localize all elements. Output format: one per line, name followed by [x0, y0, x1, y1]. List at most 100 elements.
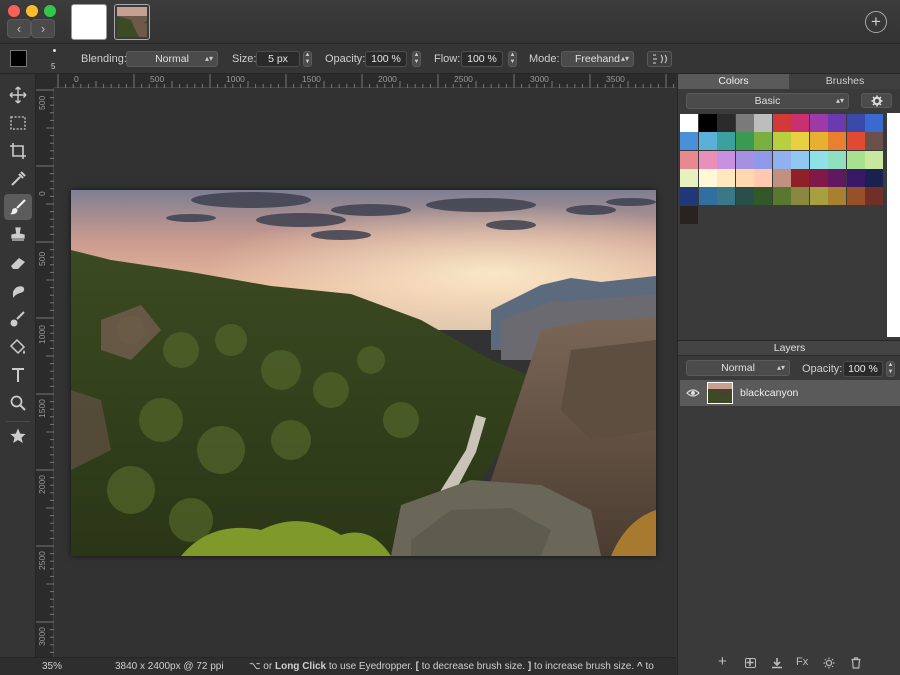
- color-swatch[interactable]: [717, 150, 735, 169]
- color-swatch[interactable]: [754, 114, 772, 132]
- size-stepper[interactable]: ▲ ▼: [303, 51, 312, 67]
- eraser-tool[interactable]: [4, 250, 32, 276]
- color-swatch[interactable]: [698, 168, 717, 187]
- color-swatch[interactable]: [791, 132, 809, 151]
- eyedropper-tool[interactable]: [4, 166, 32, 192]
- color-swatch[interactable]: [846, 187, 865, 206]
- download-icon[interactable]: [771, 657, 783, 669]
- brush-preview-dot[interactable]: [53, 49, 56, 52]
- color-swatch[interactable]: [680, 187, 698, 206]
- zoom-level[interactable]: 35%: [42, 661, 62, 672]
- color-swatch[interactable]: [772, 187, 791, 206]
- add-layer-button[interactable]: +: [718, 653, 727, 670]
- color-swatch[interactable]: [754, 168, 772, 187]
- color-swatch[interactable]: [698, 187, 717, 206]
- flow-field[interactable]: 100 %: [461, 51, 503, 67]
- palette-settings-button[interactable]: [861, 93, 892, 108]
- paint-bucket-tool[interactable]: [4, 334, 32, 360]
- add-document-button[interactable]: +: [865, 11, 887, 33]
- color-swatch[interactable]: [680, 132, 698, 151]
- color-swatch[interactable]: [754, 187, 772, 206]
- color-swatch[interactable]: [772, 114, 791, 132]
- color-swatch[interactable]: [680, 205, 698, 224]
- color-swatch[interactable]: [828, 168, 846, 187]
- color-swatch[interactable]: [735, 187, 754, 206]
- zoom-window-button[interactable]: [44, 5, 56, 17]
- color-swatch[interactable]: [735, 132, 754, 151]
- color-swatch[interactable]: [809, 114, 828, 132]
- document-thumb-blank[interactable]: [71, 4, 107, 40]
- favorites-tool[interactable]: [4, 423, 32, 449]
- color-swatch[interactable]: [735, 114, 754, 132]
- color-swatch[interactable]: [809, 168, 828, 187]
- horizontal-ruler[interactable]: 0 500 1000 1500 2000 2500 3000 3500: [54, 74, 676, 88]
- back-button[interactable]: ‹: [7, 19, 31, 38]
- minimize-window-button[interactable]: [26, 5, 38, 17]
- color-swatch[interactable]: [772, 168, 791, 187]
- vertical-ruler[interactable]: 500 0 500 1000 1500 2000 2500 3000: [36, 88, 54, 657]
- clone-stamp-tool[interactable]: [4, 222, 32, 248]
- zoom-tool[interactable]: [4, 390, 32, 416]
- healing-tool[interactable]: [4, 306, 32, 332]
- color-swatch[interactable]: [828, 132, 846, 151]
- smudge-tool[interactable]: [4, 278, 32, 304]
- flow-stepper[interactable]: ▲ ▼: [508, 51, 517, 67]
- color-swatch[interactable]: [698, 114, 717, 132]
- color-swatch[interactable]: [791, 150, 809, 169]
- color-swatch[interactable]: [865, 150, 883, 169]
- color-swatch[interactable]: [772, 132, 791, 151]
- swatch-scrollbar[interactable]: [887, 113, 900, 337]
- marquee-tool[interactable]: [4, 110, 32, 136]
- adjustments-icon[interactable]: [823, 657, 835, 669]
- move-tool[interactable]: [4, 82, 32, 108]
- document-canvas-image[interactable]: [71, 190, 656, 556]
- color-swatch[interactable]: [754, 150, 772, 169]
- color-swatch[interactable]: [828, 150, 846, 169]
- layer-effects-button[interactable]: Fx: [796, 656, 808, 668]
- tab-colors[interactable]: Colors: [678, 74, 789, 89]
- close-window-button[interactable]: [8, 5, 20, 17]
- color-swatch[interactable]: [717, 187, 735, 206]
- document-thumb-blackcanyon[interactable]: [114, 4, 150, 40]
- color-swatch[interactable]: [680, 168, 698, 187]
- color-swatch[interactable]: [846, 114, 865, 132]
- color-swatch[interactable]: [828, 187, 846, 206]
- foreground-color-swatch[interactable]: [10, 50, 27, 67]
- color-swatch[interactable]: [791, 168, 809, 187]
- color-swatch[interactable]: [846, 132, 865, 151]
- color-swatch[interactable]: [698, 150, 717, 169]
- layer-opacity-stepper[interactable]: ▲ ▼: [886, 361, 895, 377]
- color-swatch[interactable]: [680, 114, 698, 132]
- mode-select[interactable]: Freehand ▴▾: [561, 51, 634, 67]
- layer-row[interactable]: blackcanyon: [680, 380, 900, 406]
- opacity-stepper[interactable]: ▲ ▼: [412, 51, 421, 67]
- color-swatch[interactable]: [865, 187, 883, 206]
- color-swatch[interactable]: [828, 114, 846, 132]
- text-tool[interactable]: [4, 362, 32, 388]
- trash-icon[interactable]: [850, 657, 862, 669]
- color-swatch[interactable]: [865, 114, 883, 132]
- color-swatch[interactable]: [791, 187, 809, 206]
- color-swatch[interactable]: [846, 168, 865, 187]
- color-swatch[interactable]: [809, 187, 828, 206]
- crop-tool[interactable]: [4, 138, 32, 164]
- color-swatch[interactable]: [717, 114, 735, 132]
- color-swatch[interactable]: [865, 132, 883, 151]
- color-swatch[interactable]: [791, 114, 809, 132]
- new-layer-from-button[interactable]: [745, 658, 756, 668]
- color-swatch[interactable]: [735, 168, 754, 187]
- size-field[interactable]: 5 px: [256, 51, 300, 67]
- color-swatch[interactable]: [846, 150, 865, 169]
- forward-button[interactable]: ›: [31, 19, 55, 38]
- brush-settings-button[interactable]: [647, 51, 672, 67]
- color-swatch[interactable]: [717, 132, 735, 151]
- color-swatch[interactable]: [865, 168, 883, 187]
- color-swatch[interactable]: [754, 132, 772, 151]
- layer-blend-select[interactable]: Normal ▴▾: [686, 360, 790, 376]
- color-swatch[interactable]: [717, 168, 735, 187]
- eye-icon[interactable]: [686, 388, 700, 398]
- color-swatch[interactable]: [809, 132, 828, 151]
- blending-select[interactable]: Normal ▴▾: [126, 51, 218, 67]
- opacity-field[interactable]: 100 %: [365, 51, 407, 67]
- color-swatch[interactable]: [698, 132, 717, 151]
